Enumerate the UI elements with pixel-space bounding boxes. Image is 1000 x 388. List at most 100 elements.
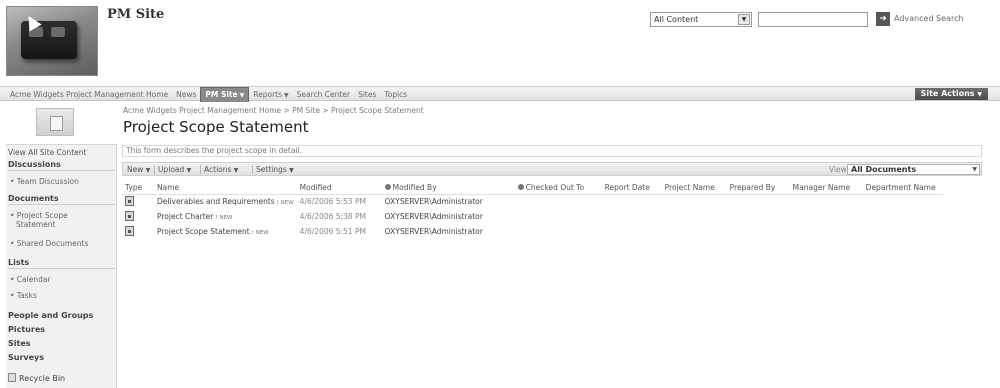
site-actions-button[interactable]: Site Actions ▼ <box>914 88 988 100</box>
department-name-cell <box>863 209 943 224</box>
actions-menu-button[interactable]: Actions ▼ <box>204 164 238 176</box>
topnav-item-topics[interactable]: Topics <box>380 88 411 101</box>
manager-name-cell <box>790 209 863 224</box>
modified-by-cell[interactable]: OXYSERVER\Administrator <box>382 209 515 224</box>
search-scope-select[interactable]: All Content ▼ <box>650 12 752 27</box>
search-input[interactable] <box>758 12 868 27</box>
name-cell[interactable]: Project Charter! NEW <box>154 209 297 224</box>
site-logo-image[interactable] <box>6 6 98 76</box>
topnav-item-label: PM Site <box>205 89 238 99</box>
topnav-item-search-center[interactable]: Search Center <box>293 88 354 101</box>
column-header-project-name[interactable]: Project Name <box>661 181 727 195</box>
upload-menu-button[interactable]: Upload ▼ <box>158 164 191 176</box>
view-select-value: All Documents <box>851 165 917 174</box>
recycle-bin-label: Recycle Bin <box>19 374 66 383</box>
chevron-down-icon: ▼ <box>972 166 977 173</box>
topnav-item-sites[interactable]: Sites <box>354 88 380 101</box>
column-header-department-name[interactable]: Department Name <box>862 181 943 195</box>
document-name-link[interactable]: Project Charter <box>157 212 213 221</box>
top-navigation-bar: Acme Widgets Project Management Home New… <box>0 86 1000 103</box>
column-header-modified[interactable]: Modified <box>296 181 382 195</box>
breadcrumb[interactable]: Acme Widgets Project Management Home > P… <box>123 106 424 115</box>
quicklaunch-heading-sites[interactable]: Sites <box>8 339 115 348</box>
name-cell[interactable]: Deliverables and Requirements! NEW <box>154 194 297 209</box>
table-row[interactable]: Project Charter! NEW 4/6/2006 5:38 PM OX… <box>122 209 943 224</box>
quicklaunch-item-project-scope[interactable]: • Project Scope Statement <box>10 211 68 229</box>
report-date-cell <box>602 194 662 209</box>
new-menu-label: New <box>127 165 144 174</box>
prepared-by-cell <box>727 224 790 239</box>
modified-by-cell[interactable]: OXYSERVER\Administrator <box>382 224 515 239</box>
topnav-item-home[interactable]: Acme Widgets Project Management Home <box>6 88 172 101</box>
table-row[interactable]: Deliverables and Requirements! NEW 4/6/2… <box>122 194 943 209</box>
chevron-down-icon: ▼ <box>186 167 192 174</box>
document-name-link[interactable]: Project Scope Statement <box>157 227 250 236</box>
quicklaunch-heading-discussions[interactable]: Discussions <box>8 160 115 171</box>
quicklaunch-item-team-discussion[interactable]: • Team Discussion <box>10 177 79 186</box>
column-header-modified-by[interactable]: Modified By <box>381 181 515 195</box>
chevron-down-icon: ▼ <box>977 91 982 98</box>
quicklaunch-item-tasks[interactable]: • Tasks <box>10 291 37 300</box>
column-header-manager-name[interactable]: Manager Name <box>789 181 863 195</box>
advanced-search-link[interactable]: Advanced Search <box>894 14 964 23</box>
site-header: PM Site All Content ▼ ➜ Advanced Search <box>0 0 1000 84</box>
topnav-item-label: Acme Widgets Project Management Home <box>10 90 169 99</box>
topnav-item-news[interactable]: News <box>172 88 200 101</box>
chevron-down-icon: ▼ <box>145 167 151 174</box>
table-row[interactable]: Project Scope Statement! NEW 4/6/2006 5:… <box>122 224 943 239</box>
chevron-down-icon: ▼ <box>289 167 294 174</box>
column-header-label: Checked Out To <box>525 182 585 192</box>
quicklaunch-heading-people-groups[interactable]: People and Groups <box>8 311 115 320</box>
word-document-icon[interactable] <box>125 195 134 206</box>
topnav-item-pm-site[interactable]: PM Site ▼ <box>200 86 250 103</box>
project-name-cell <box>662 209 727 224</box>
project-name-cell <box>662 194 727 209</box>
view-all-site-content-link[interactable]: View All Site Content <box>8 148 86 157</box>
column-header-name[interactable]: Name <box>154 181 297 195</box>
column-header-prepared-by[interactable]: Prepared By <box>726 181 790 195</box>
view-select[interactable]: All Documents ▼ <box>847 164 980 175</box>
chevron-down-icon: ▼ <box>284 91 289 99</box>
column-header-report-date[interactable]: Report Date <box>601 181 662 195</box>
topnav-item-reports[interactable]: Reports ▼ <box>249 88 292 102</box>
recycle-bin-link[interactable]: Recycle Bin <box>8 373 65 383</box>
list-toolbar: New ▼ Upload ▼ Actions ▼ Settings ▼ View… <box>122 162 982 176</box>
new-badge: ! NEW <box>276 200 294 207</box>
topnav-item-label: Sites <box>358 90 377 99</box>
list-description: This form describes the project scope in… <box>122 145 982 157</box>
manager-name-cell <box>790 224 863 239</box>
topnav-item-label: News <box>176 90 197 99</box>
search-go-icon[interactable]: ➜ <box>876 12 890 26</box>
report-date-cell <box>602 209 662 224</box>
word-document-icon[interactable] <box>125 210 134 221</box>
quicklaunch-heading-documents[interactable]: Documents <box>8 194 115 205</box>
topnav-item-label: Reports <box>253 89 283 99</box>
chevron-down-icon[interactable]: ▼ <box>738 14 750 25</box>
new-menu-button[interactable]: New ▼ <box>127 164 150 176</box>
quicklaunch-item-label: Statement <box>16 220 56 229</box>
quicklaunch-heading-lists[interactable]: Lists <box>8 258 115 269</box>
column-header-label: Modified By <box>392 182 437 192</box>
topnav-item-label: Search Center <box>296 90 351 99</box>
table-header-row: Type Name Modified Modified By Checked O… <box>122 181 943 195</box>
settings-menu-button[interactable]: Settings ▼ <box>256 164 294 176</box>
new-badge: ! NEW <box>251 230 269 236</box>
site-actions-label: Site Actions <box>920 89 975 98</box>
document-name-link[interactable]: Deliverables and Requirements <box>157 197 275 206</box>
department-name-cell <box>863 224 943 239</box>
modified-by-cell[interactable]: OXYSERVER\Administrator <box>382 194 515 209</box>
column-header-type[interactable]: Type <box>122 181 154 195</box>
word-document-icon[interactable] <box>125 225 134 236</box>
main-content: This form describes the project scope in… <box>122 144 990 388</box>
quicklaunch-heading-surveys[interactable]: Surveys <box>8 353 115 362</box>
quicklaunch-item-shared-documents[interactable]: • Shared Documents <box>10 239 88 248</box>
quicklaunch-item-label: • Project Scope <box>10 211 68 220</box>
site-title[interactable]: PM Site <box>107 7 164 22</box>
quicklaunch-heading-pictures[interactable]: Pictures <box>8 325 115 334</box>
recycle-bin-icon <box>8 373 16 382</box>
name-cell[interactable]: Project Scope Statement! NEW <box>154 224 297 239</box>
page-title-area: Acme Widgets Project Management Home > P… <box>0 102 1000 144</box>
checked-out-cell <box>515 194 602 209</box>
quicklaunch-item-calendar[interactable]: • Calendar <box>10 275 51 284</box>
column-header-checked-out-to[interactable]: Checked Out To <box>514 181 602 195</box>
